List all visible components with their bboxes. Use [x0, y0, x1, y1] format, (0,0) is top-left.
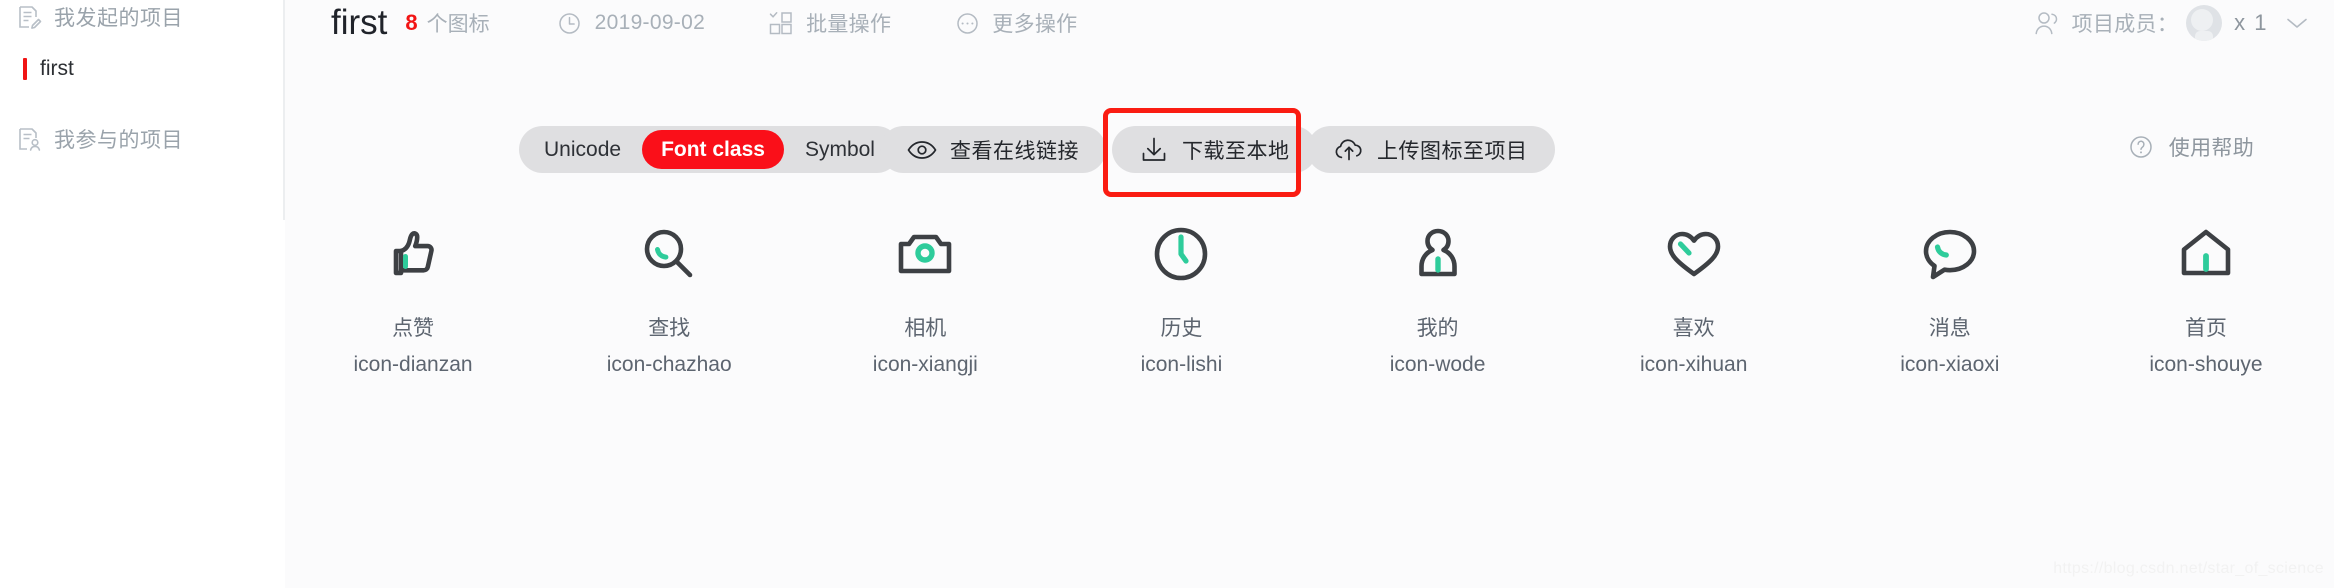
icon-card-class: icon-xiangji: [872, 353, 978, 376]
camera-icon: [889, 218, 961, 290]
icon-card-xiangji[interactable]: 相机 icon-xiangji: [797, 218, 1053, 377]
eye-icon: [907, 135, 937, 165]
avatar: [2186, 5, 2223, 41]
icon-card-name: 消息: [1928, 317, 1971, 340]
view-online-link-button[interactable]: 查看在线链接: [880, 126, 1106, 173]
icon-card-chazhao[interactable]: 查找 icon-chazhao: [541, 218, 797, 377]
project-date: 2019-09-02: [556, 9, 705, 37]
project-members[interactable]: 项目成员： x 1: [2033, 0, 2308, 46]
active-indicator-bar: [23, 58, 27, 80]
icon-count: 8: [405, 10, 418, 35]
batch-operation-button[interactable]: 批量操作: [767, 8, 891, 38]
sidebar-item-label: 我发起的项目: [54, 7, 183, 30]
upload-icon-to-project-button[interactable]: 上传图标至项目: [1307, 126, 1555, 173]
cloud-upload-icon: [1334, 135, 1364, 165]
help-link[interactable]: 使用帮助: [2127, 132, 2254, 162]
sidebar-item-label: 我参与的项目: [54, 129, 183, 152]
icon-card-name: 我的: [1416, 317, 1459, 340]
icon-card-name: 历史: [1160, 317, 1203, 340]
icon-card-class: icon-shouye: [2149, 353, 2263, 376]
icon-grid: 点赞 icon-dianzan 查找 icon-chazhao 相机 icon-…: [285, 218, 2334, 377]
format-segmented-control: Unicode Font class Symbol: [519, 126, 900, 173]
project-date-text: 2019-09-02: [594, 11, 706, 34]
batch-select-icon: [767, 9, 795, 37]
sidebar-item-my-projects[interactable]: 我发起的项目: [0, 0, 285, 34]
icon-card-class: icon-wode: [1389, 353, 1486, 376]
batch-operation-label: 批量操作: [806, 13, 892, 36]
icon-card-xihuan[interactable]: 喜欢 icon-xihuan: [1566, 218, 1822, 377]
icon-card-class: icon-xihuan: [1639, 353, 1748, 376]
sidebar-project-label: first: [40, 57, 74, 80]
ellipsis-circle-icon: [953, 9, 981, 37]
icon-card-xiaoxi[interactable]: 消息 icon-xiaoxi: [1822, 218, 2078, 377]
download-icon: [1139, 135, 1169, 165]
icon-card-dianzan[interactable]: 点赞 icon-dianzan: [285, 218, 541, 377]
more-operation-button[interactable]: 更多操作: [953, 8, 1077, 38]
help-link-label: 使用帮助: [2168, 137, 2254, 160]
icon-card-name: 点赞: [392, 317, 435, 340]
sidebar-item-joined-projects[interactable]: 我参与的项目: [0, 122, 285, 156]
chevron-down-icon[interactable]: [2286, 16, 2308, 30]
toolbar: Unicode Font class Symbol 查看在线链接 下载至本地 上…: [285, 46, 2334, 218]
icon-card-name: 首页: [2184, 317, 2227, 340]
user-icon: [1402, 218, 1474, 290]
download-to-local-label: 下载至本地: [1182, 139, 1290, 163]
iconfont-project-page: 我发起的项目 first 我参与的项目 first 8 个图标 2019-09-…: [0, 0, 2334, 588]
view-online-link-label: 查看在线链接: [950, 139, 1079, 163]
tab-unicode[interactable]: Unicode: [523, 130, 642, 169]
more-operation-label: 更多操作: [992, 13, 1078, 36]
search-icon: [633, 218, 705, 290]
question-circle-icon: [2127, 133, 2155, 161]
icon-card-class: icon-xiaoxi: [1900, 353, 2000, 376]
icon-count-unit: 个图标: [426, 13, 490, 36]
project-header: first 8 个图标 2019-09-02 批量操作 更多操作 项目成员： x…: [285, 0, 2334, 46]
icon-card-class: icon-dianzan: [353, 353, 473, 376]
icon-card-name: 相机: [904, 317, 947, 340]
sidebar-project-first[interactable]: first: [0, 54, 285, 84]
clock-icon: [556, 9, 584, 37]
upload-icon-to-project-label: 上传图标至项目: [1377, 139, 1528, 163]
members-count: x 1: [2234, 10, 2268, 35]
sidebar: 我发起的项目 first 我参与的项目: [0, 0, 285, 588]
icon-card-class: icon-lishi: [1140, 353, 1223, 376]
page-title: first: [331, 3, 388, 42]
download-to-local-button[interactable]: 下载至本地: [1112, 126, 1317, 173]
message-icon: [1914, 218, 1986, 290]
icon-card-lishi[interactable]: 历史 icon-lishi: [1053, 218, 1309, 377]
doc-edit-icon: [14, 2, 44, 32]
main-content: first 8 个图标 2019-09-02 批量操作 更多操作 项目成员： x…: [285, 0, 2334, 588]
icon-card-class: icon-chazhao: [606, 353, 732, 376]
tab-font-class[interactable]: Font class: [642, 130, 784, 169]
heart-icon: [1658, 218, 1730, 290]
icon-card-name: 查找: [648, 317, 691, 340]
project-members-label: 项目成员：: [2071, 13, 2179, 36]
watermark: https://blog.csdn.net/star_of_science: [2053, 560, 2324, 577]
thumbs-up-icon: [377, 218, 449, 290]
icon-card-wode[interactable]: 我的 icon-wode: [1310, 218, 1566, 377]
icon-card-shouye[interactable]: 首页 icon-shouye: [2078, 218, 2334, 377]
doc-user-icon: [14, 124, 44, 154]
user-group-icon: [2033, 9, 2061, 37]
home-icon: [2170, 218, 2242, 290]
clock-icon: [1145, 218, 1217, 290]
icon-card-name: 喜欢: [1672, 317, 1715, 340]
